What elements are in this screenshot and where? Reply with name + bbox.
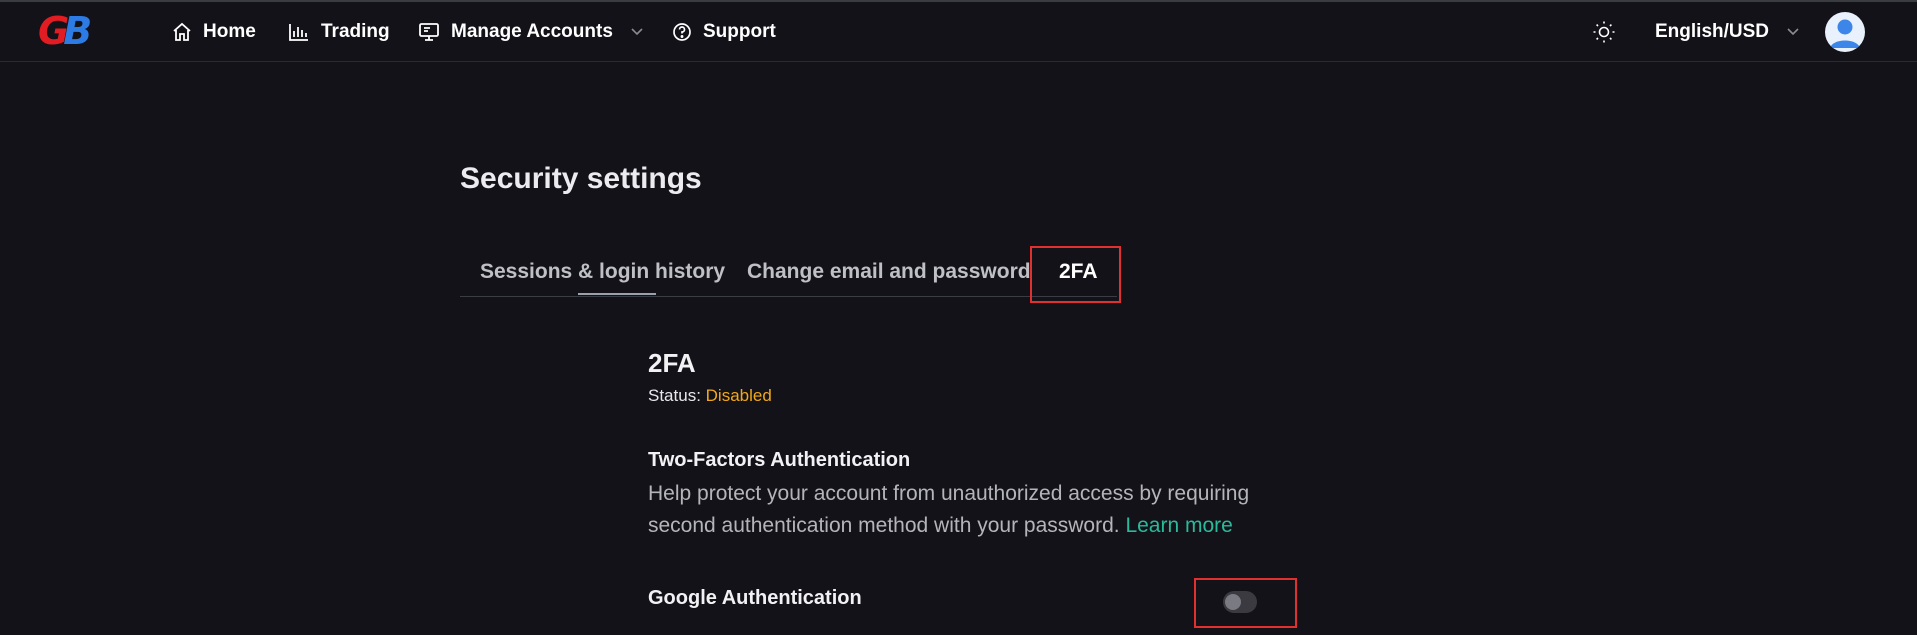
bar-chart-icon [289,23,308,41]
chevron-down-icon [631,27,643,35]
status-value: Disabled [705,386,772,405]
chevron-down-icon [1787,27,1799,35]
monitor-icon [419,22,439,41]
nav-trading[interactable]: Trading [288,2,390,61]
nav-manage-accounts-label: Manage Accounts [451,20,613,42]
nav-manage-accounts[interactable]: Manage Accounts [418,2,654,61]
nav-trading-label: Trading [321,20,390,42]
user-icon [1830,19,1860,48]
settings-tabs: Sessions & login history Change email an… [460,250,1117,297]
active-tab-indicator [578,293,656,295]
help-circle-icon [673,22,691,41]
top-navbar: GB Home Trading Manage Accounts Support … [0,2,1917,62]
tab-sessions-login-history[interactable]: Sessions & login history [480,260,725,284]
language-currency-label: English/USD [1655,20,1770,42]
google-authentication-label: Google Authentication [648,587,862,609]
nav-support-label: Support [703,20,776,42]
logo-letter-b: B [63,9,92,53]
two-factor-auth-description: Help protect your account from unauthori… [648,478,1288,542]
user-avatar[interactable] [1825,12,1865,52]
language-currency-selector[interactable]: English/USD [1655,2,1810,61]
two-factor-auth-heading: Two-Factors Authentication [648,449,911,471]
twofa-heading: 2FA [648,348,696,378]
nav-support[interactable]: Support [672,2,776,61]
status-label: Status: [648,386,701,405]
home-icon [173,22,191,41]
tab-change-email-password[interactable]: Change email and password [747,260,1031,284]
toggle-highlight-box [1194,578,1297,628]
brand-logo[interactable]: GB [38,9,92,53]
twofa-status: Status: Disabled [648,386,772,406]
learn-more-link[interactable]: Learn more [1125,514,1232,537]
theme-toggle-button[interactable] [1592,2,1627,61]
tab-2fa-highlight-box [1030,246,1121,303]
nav-home-label: Home [203,20,256,42]
page-title: Security settings [460,162,702,195]
nav-home[interactable]: Home [172,2,256,61]
sun-icon [1593,21,1615,42]
logo-letter-g: G [38,9,69,53]
